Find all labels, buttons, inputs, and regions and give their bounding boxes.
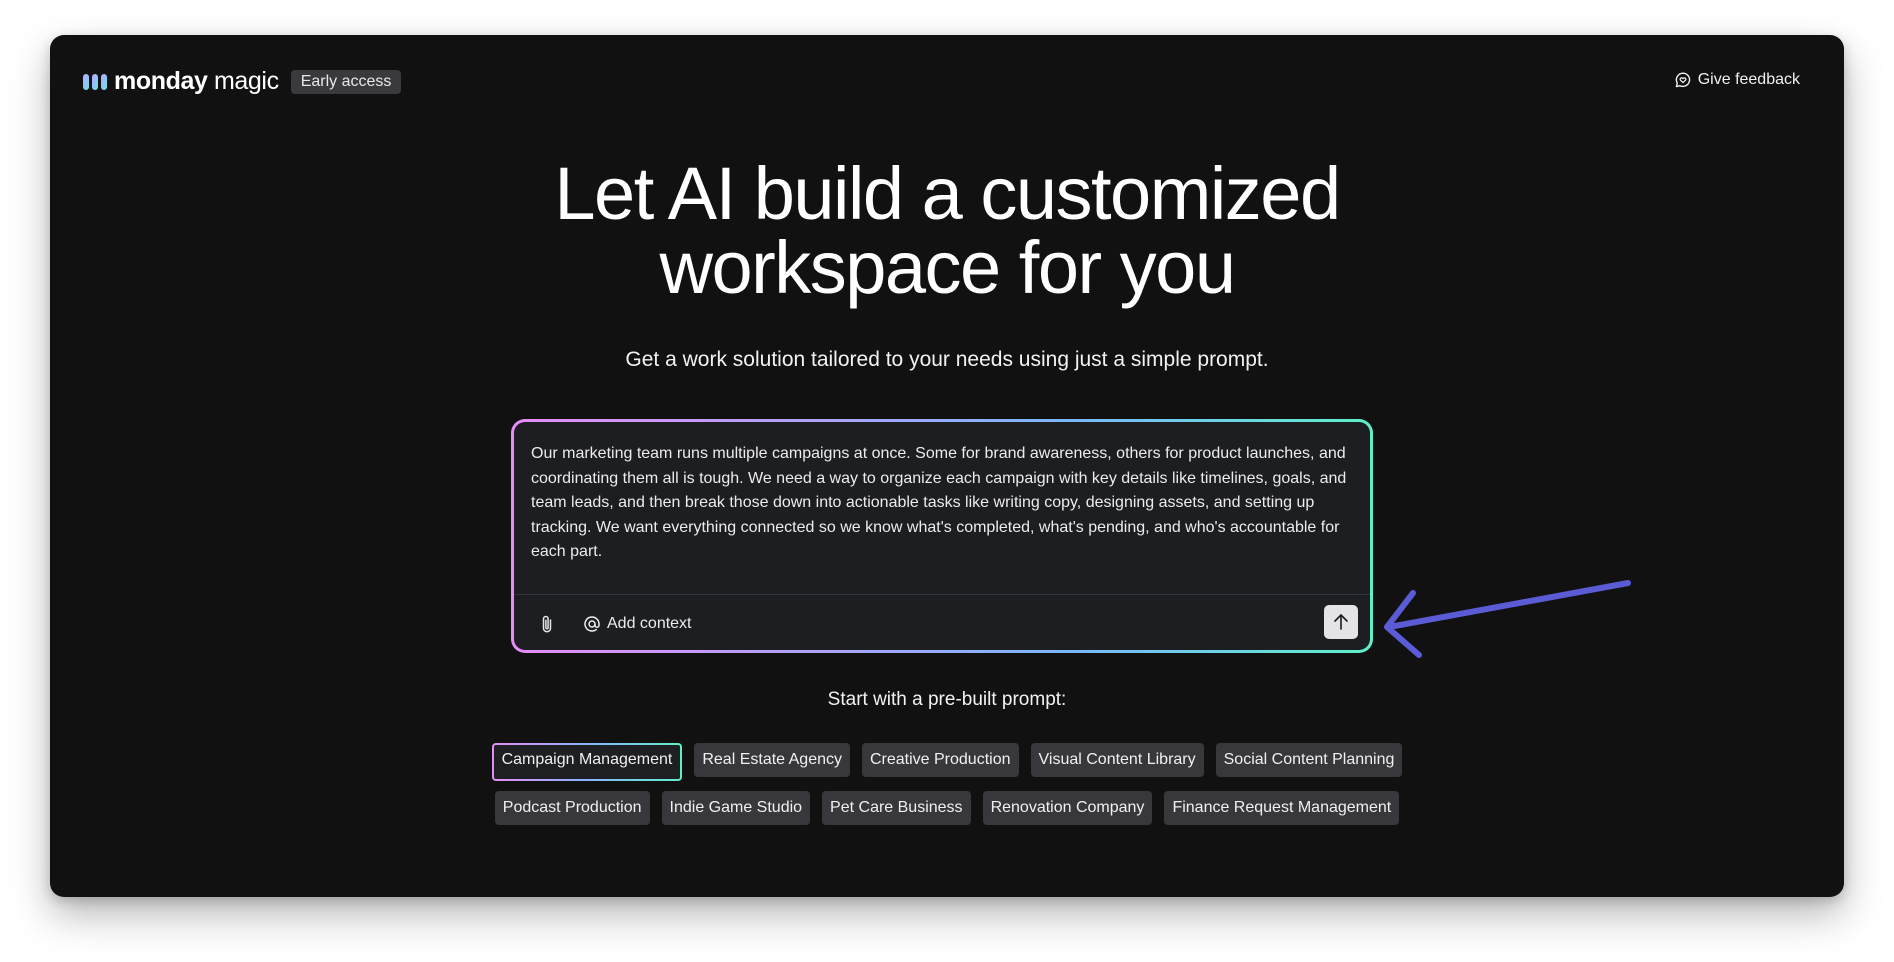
top-bar: monday magic Early access Give feedback (50, 35, 1844, 155)
app-window: monday magic Early access Give feedback … (50, 35, 1844, 897)
monday-logo-icon (83, 73, 107, 90)
give-feedback-label: Give feedback (1697, 71, 1800, 88)
at-sign-icon (584, 616, 600, 632)
prompt-textarea[interactable]: Our marketing team runs multiple campaig… (531, 442, 1361, 565)
chip-indie-game-studio[interactable]: Indie Game Studio (661, 791, 811, 825)
arrow-up-icon (1334, 614, 1348, 630)
page-title-line-2: workspace for you (659, 226, 1237, 309)
prompt-card: Our marketing team runs multiple campaig… (511, 419, 1373, 653)
add-context-label: Add context (607, 615, 692, 632)
brand-wordmark: monday magic (114, 67, 279, 95)
send-button[interactable] (1324, 605, 1358, 639)
page-title: Let AI build a customized workspace for … (50, 157, 1844, 305)
prebuilt-row-2: Podcast Production Indie Game Studio Pet… (50, 791, 1844, 825)
chip-campaign-management[interactable]: Campaign Management (492, 743, 683, 781)
page-title-line-1: Let AI build a customized (554, 152, 1341, 235)
prompt-box: Our marketing team runs multiple campaig… (514, 422, 1370, 650)
prebuilt-row-1: Campaign Management Real Estate Agency C… (50, 743, 1844, 781)
attach-file-button[interactable] (534, 610, 560, 638)
brand-logo[interactable]: monday magic Early access (82, 67, 402, 96)
chip-pet-care-business[interactable]: Pet Care Business (822, 791, 971, 825)
chip-creative-production[interactable]: Creative Production (861, 743, 1019, 777)
prompt-divider (514, 594, 1370, 595)
chip-visual-content-library[interactable]: Visual Content Library (1030, 743, 1204, 777)
add-context-button[interactable]: Add context (583, 610, 692, 638)
chat-heart-icon (1675, 72, 1690, 88)
annotation-arrow-icon (1384, 580, 1631, 658)
prebuilt-heading: Start with a pre-built prompt: (827, 689, 1067, 710)
paperclip-icon (542, 615, 552, 633)
chip-finance-request-management[interactable]: Finance Request Management (1164, 791, 1400, 825)
early-access-badge: Early access (290, 69, 402, 94)
give-feedback-button[interactable]: Give feedback (1674, 71, 1800, 89)
chip-real-estate-agency[interactable]: Real Estate Agency (694, 743, 850, 777)
chip-podcast-production[interactable]: Podcast Production (494, 791, 650, 825)
chip-renovation-company[interactable]: Renovation Company (982, 791, 1153, 825)
page-subtitle: Get a work solution tailored to your nee… (625, 348, 1269, 371)
chip-social-content-planning[interactable]: Social Content Planning (1215, 743, 1403, 777)
